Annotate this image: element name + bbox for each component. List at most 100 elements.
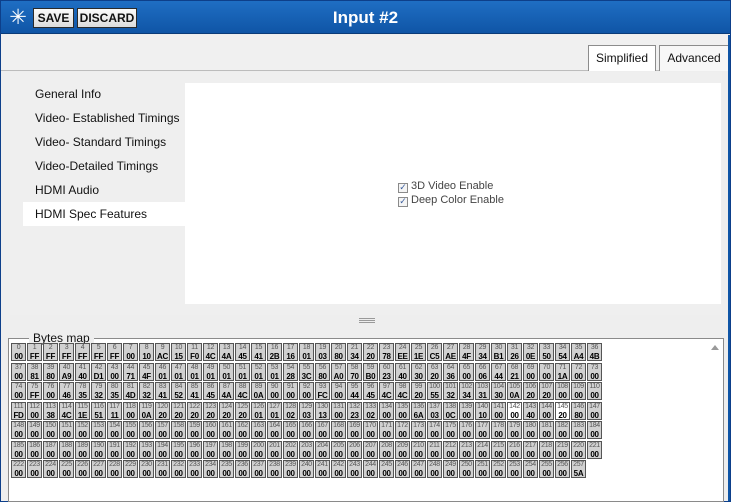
byte-cell[interactable]: 240 00	[299, 460, 314, 478]
byte-cell[interactable]: 54 28	[283, 362, 298, 381]
byte-cell[interactable]: 139 00	[459, 401, 474, 420]
byte-cell[interactable]: 252 00	[491, 460, 506, 478]
byte-cell[interactable]: 156 00	[139, 421, 154, 439]
byte-cell[interactable]: 177 00	[475, 421, 490, 439]
byte-cell[interactable]: 66 06	[475, 362, 490, 381]
byte-cell[interactable]: 253 00	[507, 460, 522, 478]
byte-cell[interactable]: 30 B1	[491, 343, 506, 361]
byte-cell[interactable]: 202 00	[283, 440, 298, 459]
byte-cell[interactable]: 100 55	[427, 382, 442, 400]
byte-cell[interactable]: 127 01	[267, 401, 282, 420]
byte-cell[interactable]: 251 00	[475, 460, 490, 478]
byte-cell[interactable]: 32 0E	[523, 343, 538, 361]
byte-cell[interactable]: 15 41	[251, 343, 266, 361]
byte-cell[interactable]: 151 00	[59, 421, 74, 439]
byte-cell[interactable]: 164 00	[267, 421, 282, 439]
byte-cell[interactable]: 152 00	[75, 421, 90, 439]
byte-cell[interactable]: 84 52	[171, 382, 186, 400]
byte-cell[interactable]: 228 00	[107, 460, 122, 478]
byte-cell[interactable]: 148 00	[11, 421, 26, 439]
byte-cell[interactable]: 121 20	[171, 401, 186, 420]
byte-cell[interactable]: 147 00	[587, 401, 602, 420]
byte-cell[interactable]: 230 00	[139, 460, 154, 478]
byte-cell[interactable]: 135 00	[395, 401, 410, 420]
byte-cell[interactable]: 128 02	[283, 401, 298, 420]
byte-cell[interactable]: 157 00	[155, 421, 170, 439]
byte-cell[interactable]: 35 A4	[571, 343, 586, 361]
byte-cell[interactable]: 111 FD	[11, 401, 26, 420]
byte-cell[interactable]: 104 30	[491, 382, 506, 400]
byte-cell[interactable]: 1 FF	[27, 343, 42, 361]
deep-color-enable-checkbox[interactable]: ✓ Deep Color Enable	[398, 194, 504, 208]
byte-cell[interactable]: 243 00	[347, 460, 362, 478]
byte-cell[interactable]: 209 00	[395, 440, 410, 459]
byte-cell[interactable]: 81 4D	[123, 382, 138, 400]
byte-cell[interactable]: 28 4F	[459, 343, 474, 361]
byte-cell[interactable]: 48 01	[187, 362, 202, 381]
byte-cell[interactable]: 99 20	[411, 382, 426, 400]
byte-cell[interactable]: 189 00	[75, 440, 90, 459]
byte-cell[interactable]: 9 AC	[155, 343, 170, 361]
byte-cell[interactable]: 172 00	[395, 421, 410, 439]
byte-cell[interactable]: 95 44	[347, 382, 362, 400]
byte-cell[interactable]: 179 00	[507, 421, 522, 439]
byte-cell[interactable]: 182 00	[555, 421, 570, 439]
byte-cell[interactable]: 196 00	[187, 440, 202, 459]
byte-cell[interactable]: 45 4F	[139, 362, 154, 381]
byte-cell[interactable]: 88 4C	[235, 382, 250, 400]
byte-cell[interactable]: 232 00	[171, 460, 186, 478]
byte-cell[interactable]: 226 00	[75, 460, 90, 478]
byte-cell[interactable]: 25 1E	[411, 343, 426, 361]
byte-cell[interactable]: 198 00	[219, 440, 234, 459]
byte-cell[interactable]: 10 15	[171, 343, 186, 361]
byte-cell[interactable]: 97 4C	[379, 382, 394, 400]
byte-cell[interactable]: 126 01	[251, 401, 266, 420]
byte-cell[interactable]: 206 00	[347, 440, 362, 459]
snowflake-icon[interactable]: ✳	[8, 7, 28, 28]
byte-cell[interactable]: 210 00	[411, 440, 426, 459]
byte-cell[interactable]: 224 00	[43, 460, 58, 478]
byte-cell[interactable]: 67 44	[491, 362, 506, 381]
byte-cell[interactable]: 145 20	[555, 401, 570, 420]
byte-cell[interactable]: 233 00	[187, 460, 202, 478]
byte-cell[interactable]: 217 00	[523, 440, 538, 459]
byte-cell[interactable]: 165 00	[283, 421, 298, 439]
byte-cell[interactable]: 140 10	[475, 401, 490, 420]
byte-cell[interactable]: 197 00	[203, 440, 218, 459]
byte-cell[interactable]: 124 20	[219, 401, 234, 420]
byte-cell[interactable]: 150 00	[43, 421, 58, 439]
byte-cell[interactable]: 53 01	[267, 362, 282, 381]
byte-cell[interactable]: 2 FF	[43, 343, 58, 361]
byte-cell[interactable]: 116 51	[91, 401, 106, 420]
nav-item-detailed-timings[interactable]: Video-Detailed Timings	[23, 154, 185, 178]
byte-cell[interactable]: 142 00	[507, 401, 522, 420]
byte-cell[interactable]: 204 00	[315, 440, 330, 459]
discard-button[interactable]: DISCARD	[77, 8, 137, 28]
byte-cell[interactable]: 154 00	[107, 421, 122, 439]
byte-cell[interactable]: 71 1A	[555, 362, 570, 381]
byte-cell[interactable]: 96 45	[363, 382, 378, 400]
byte-cell[interactable]: 8 10	[139, 343, 154, 361]
byte-cell[interactable]: 108 00	[555, 382, 570, 400]
byte-cell[interactable]: 199 00	[235, 440, 250, 459]
byte-cell[interactable]: 33 50	[539, 343, 554, 361]
byte-cell[interactable]: 227 00	[91, 460, 106, 478]
byte-cell[interactable]: 14 45	[235, 343, 250, 361]
tab-advanced[interactable]: Advanced	[659, 45, 729, 71]
byte-cell[interactable]: 27 AE	[443, 343, 458, 361]
byte-cell[interactable]: 250 00	[459, 460, 474, 478]
byte-cell[interactable]: 109 00	[571, 382, 586, 400]
byte-cell[interactable]: 133 02	[363, 401, 378, 420]
byte-cell[interactable]: 214 00	[475, 440, 490, 459]
byte-cell[interactable]: 249 00	[443, 460, 458, 478]
byte-cell[interactable]: 257 5A	[571, 460, 586, 478]
byte-cell[interactable]: 191 00	[107, 440, 122, 459]
byte-cell[interactable]: 101 32	[443, 382, 458, 400]
byte-cell[interactable]: 103 31	[475, 382, 490, 400]
byte-cell[interactable]: 132 23	[347, 401, 362, 420]
byte-cell[interactable]: 38 81	[27, 362, 42, 381]
byte-cell[interactable]: 231 00	[155, 460, 170, 478]
byte-cell[interactable]: 68 21	[507, 362, 522, 381]
byte-cell[interactable]: 180 00	[523, 421, 538, 439]
byte-cell[interactable]: 183 00	[571, 421, 586, 439]
